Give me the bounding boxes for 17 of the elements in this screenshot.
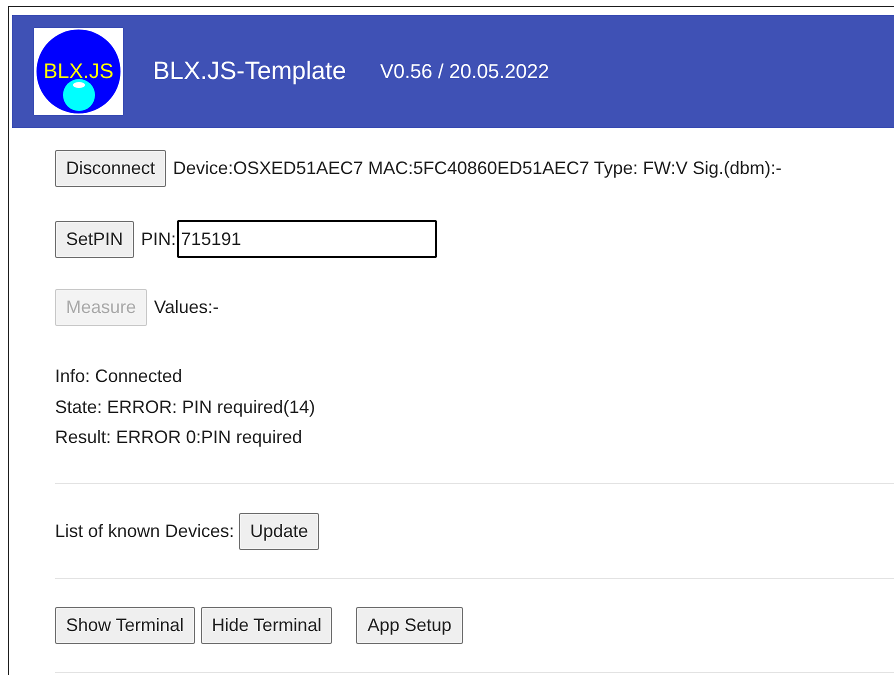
- terminal-button[interactable]: Hide Terminal: [200, 606, 332, 644]
- device-info: Device:OSXED51AEC7 MAC:5FC40860ED51AEC7 Type: FW:V Sig.(dbm):-: [173, 157, 782, 180]
- update-button[interactable]: Update: [239, 512, 320, 550]
- status-line: Info: Connected: [55, 365, 184, 388]
- set-pin-button[interactable]: SetPIN: [55, 220, 134, 258]
- version-label: V0.56 / 20.05.2022: [380, 60, 550, 84]
- status-line: State: ERROR: PIN required(14): [55, 396, 316, 419]
- values-label: Values:-: [154, 296, 219, 319]
- devices-label: List of known Devices:: [55, 520, 234, 542]
- terminal-button[interactable]: Show Terminal: [55, 606, 195, 644]
- pin-input[interactable]: 715191: [177, 220, 438, 258]
- pin-label: PIN:: [141, 228, 176, 250]
- disconnect-button[interactable]: Disconnect: [55, 150, 166, 187]
- logo: BLX.JS: [34, 28, 123, 115]
- app-title: BLX.JS-Template: [153, 56, 346, 87]
- app-setup-button[interactable]: App Setup: [356, 606, 463, 644]
- status-line: Result: ERROR 0:PIN required: [55, 426, 304, 449]
